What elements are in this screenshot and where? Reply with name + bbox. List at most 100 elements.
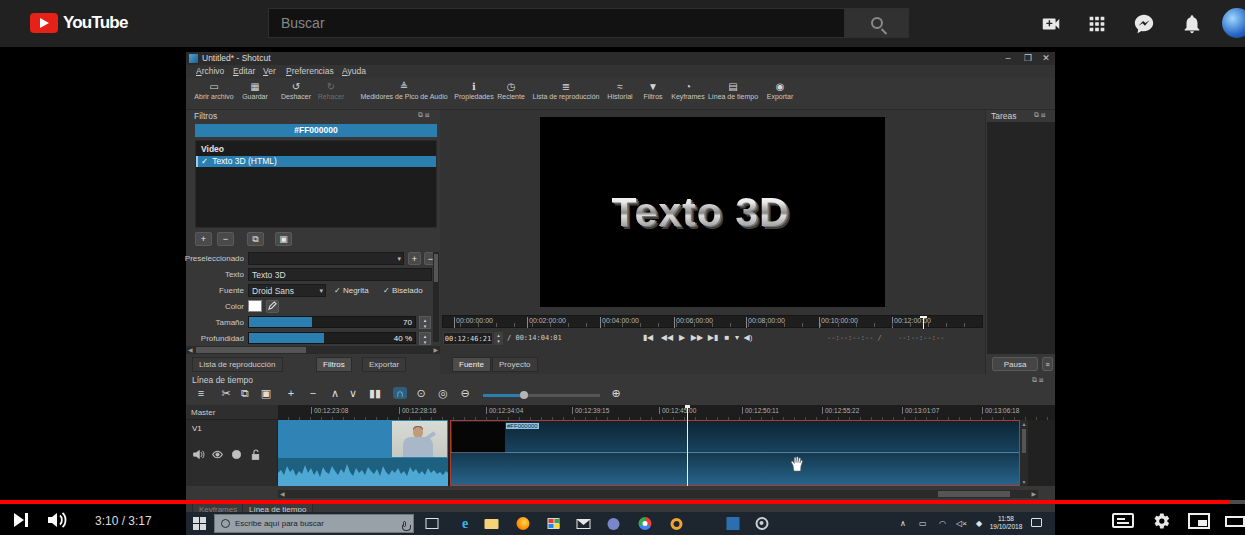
stop-dropdown[interactable]: ▾ [735,333,739,342]
depth-spinner[interactable]: ▴▾ [419,332,431,345]
next-video-button[interactable] [14,513,29,527]
search-input[interactable]: Buscar [268,8,845,38]
messages-icon[interactable] [1133,13,1155,35]
progress-bar[interactable] [0,500,1245,504]
shotcut-taskbar-icon[interactable] [726,516,741,531]
size-spinner[interactable]: ▴▾ [419,316,431,329]
tasks-float-close-icons[interactable]: ⧉⊠ [1034,111,1047,119]
miniplayer-button[interactable] [1188,513,1210,529]
timeline-clip-video[interactable] [278,420,448,486]
toolbar-reciente[interactable]: ◷Reciente [497,80,525,100]
current-timecode[interactable]: 00:12:46:21 [443,332,493,345]
toolbar-historial[interactable]: ≈Historial [607,80,632,100]
skip-start-button[interactable]: ▮◀ [643,333,654,342]
maximize-button[interactable]: ❐ [1021,53,1035,63]
preview-scrub-bar[interactable]: 00:00:00:0000:02:00:0000:04:00:0000:06:0… [442,315,983,328]
menu-ayuda[interactable]: Ayuda [342,66,366,76]
taskbar-search[interactable]: Escribe aquí para buscar [214,514,414,533]
toolbar-línea-de-tiempo[interactable]: ▤Línea de tiempo [708,80,758,100]
people-icon[interactable] [606,516,621,531]
timecode-spinner[interactable]: ▴▾ [494,332,503,345]
hide-track-icon[interactable] [211,448,224,461]
zoom-out-button[interactable]: ⊖ [460,387,469,400]
timeline-clip-color[interactable]: #FF000000 [450,420,1020,486]
toolbar-propiedades[interactable]: ℹPropiedades [454,80,493,100]
notifications-bell-icon[interactable] [1181,13,1203,35]
remove-filter-button[interactable]: − [217,232,234,246]
obs-icon[interactable] [755,516,770,531]
paste-button[interactable]: ▣ [261,387,271,400]
firefox-icon[interactable] [516,516,531,531]
color-swatch[interactable] [248,300,262,312]
preset-combo[interactable]: ▾ [248,252,404,265]
tab-project[interactable]: Proyecto [492,357,538,372]
lock-track-icon[interactable] [249,448,262,461]
copy-filters-button[interactable]: ⧉ [247,232,264,246]
master-track[interactable]: Master [186,405,278,420]
timeline-float-close-icons[interactable]: ⧉⊠ [1032,376,1045,384]
lift-button[interactable]: ∧ [331,387,339,400]
toolbar-deshacer[interactable]: ↺Deshacer [281,80,311,100]
track-name[interactable]: V1 [192,424,202,433]
add-filter-button[interactable]: + [195,232,212,246]
volume-button[interactable] [48,512,72,528]
toolbar-exportar[interactable]: ◉Exportar [767,80,793,100]
cut-button[interactable]: ✂ [221,387,230,400]
color-picker-button[interactable] [266,300,279,313]
avatar[interactable] [1222,8,1245,38]
depth-slider[interactable]: 40 % [248,332,416,344]
stop-button[interactable]: ■ [725,333,730,342]
toolbar-filtros[interactable]: ▼Filtros [643,80,662,100]
toolbar-rehacer[interactable]: ↻Rehacer [318,80,344,100]
mute-track-icon[interactable] [192,448,205,461]
ripple-toggle[interactable]: ◎ [438,387,448,400]
tray-clock[interactable]: 11:5819/10/2018 [986,515,1026,531]
timeline-menu-button[interactable]: ≡ [198,387,204,399]
tab-playlist[interactable]: Lista de reproducción [192,357,283,372]
timeline-playhead[interactable] [687,405,688,486]
pause-button[interactable]: Pausa [992,357,1038,371]
tab-source[interactable]: Fuente [452,357,491,372]
rewind-button[interactable]: ◀◀ [661,333,673,342]
zoom-in-button[interactable]: ⊕ [611,387,620,400]
panel-float-close-icons[interactable]: ⧉⊠ [418,111,431,119]
settings-button[interactable] [1153,512,1171,530]
toolbar-medidores-de-pico-de-audio[interactable]: ≜Medidores de Pico de Audio [360,80,447,100]
search-button[interactable] [845,8,909,38]
timeline-zoom-slider[interactable] [483,394,600,397]
split-button[interactable]: ▮▮ [369,387,381,400]
subtitles-button[interactable] [1112,513,1134,528]
tray-expand-icon[interactable]: ∧ [900,519,906,528]
upload-video-icon[interactable] [1040,13,1062,35]
menu-ver[interactable]: Ver [263,66,276,76]
composite-track-icon[interactable] [230,448,243,461]
menu-preferencias[interactable]: Preferencias [286,66,334,76]
overwrite-button[interactable]: ∨ [349,387,357,400]
tab-export[interactable]: Exportar [362,357,406,372]
theater-mode-button[interactable] [1225,516,1245,527]
preset-add-button[interactable]: + [408,252,421,265]
close-button[interactable]: ✕ [1039,53,1053,63]
menu-editar[interactable]: Editar [233,66,255,76]
task-view-icon[interactable] [425,516,440,531]
bevel-checkbox[interactable]: ✓ Biselado [383,284,423,297]
action-center-icon[interactable] [1031,518,1042,527]
snap-toggle[interactable]: ∩ [393,387,407,399]
skip-end-button[interactable]: ▶▮ [708,333,719,342]
toolbar-lista-de-reproducción[interactable]: ≣Lista de reproducción [533,80,600,100]
tasks-menu-button[interactable]: ≡ [1042,357,1053,371]
filter-checkbox[interactable]: ✓ [201,156,208,166]
menu-archivo[interactable]: Archivo [196,66,224,76]
filter-item[interactable]: ✓Texto 3D (HTML) [196,156,436,167]
paste-filters-button[interactable]: ▣ [275,232,292,246]
minimize-button[interactable]: – [1001,53,1015,63]
ripple-delete-button[interactable]: − [310,387,316,399]
size-slider[interactable]: 70 [248,316,416,328]
video-player[interactable]: Untitled* - Shotcut – ❐ ✕ ArchivoEditarV… [0,47,1245,535]
timeline-ruler[interactable]: 00:12:23:0800:12:28:1600:12:34:0400:12:3… [278,405,1055,420]
edge-icon[interactable]: e [458,516,473,531]
scrub-playhead[interactable] [923,316,924,329]
text-input[interactable]: Texto 3D [248,268,432,281]
apps-grid-icon[interactable] [1086,13,1108,35]
play-button[interactable]: ▶ [679,333,685,342]
